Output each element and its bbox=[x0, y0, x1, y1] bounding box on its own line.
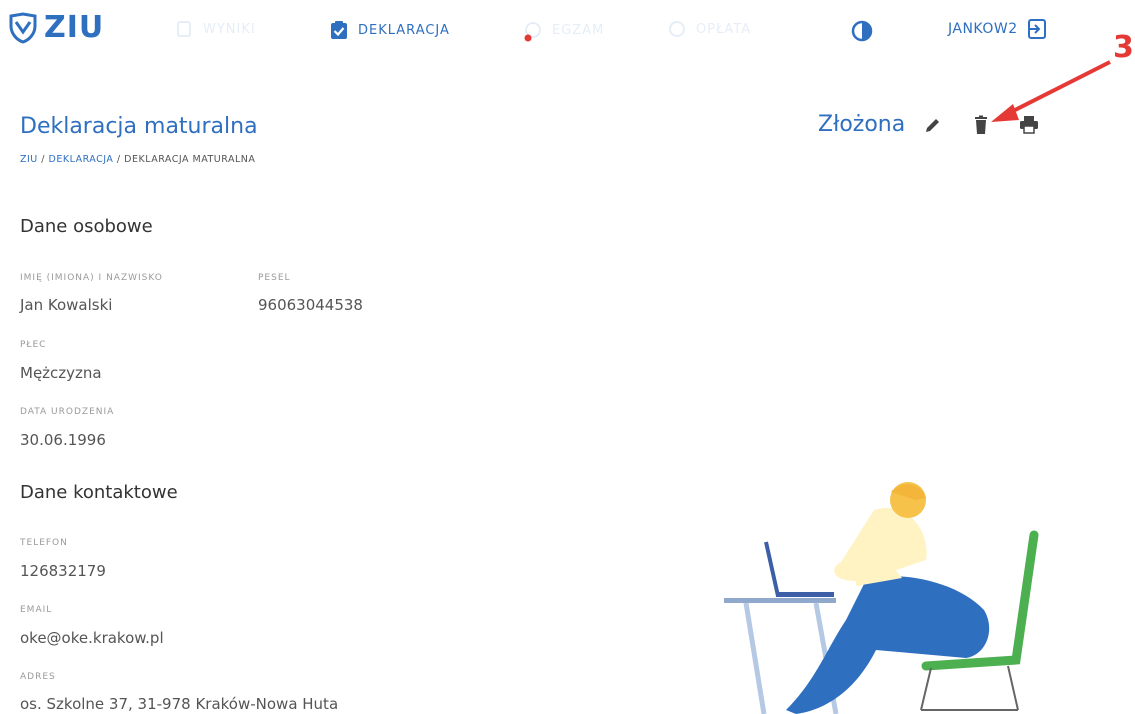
username: JANKOW2 bbox=[948, 21, 1018, 37]
birth-date-value: 30.06.1996 bbox=[20, 431, 106, 449]
name-value: Jan Kowalski bbox=[20, 296, 113, 314]
clipboard-check-icon bbox=[331, 21, 347, 39]
nav-item-deklaracja[interactable]: DEKLARACJA bbox=[330, 20, 450, 40]
top-navigation: ZIU WYNIKI DEKLARACJA EGZAM OPŁATA JANKO… bbox=[0, 0, 1135, 62]
user-logout-button[interactable]: JANKOW2 bbox=[948, 18, 1048, 40]
document-icon bbox=[177, 21, 191, 37]
section-title-contact: Dane kontaktowe bbox=[20, 482, 178, 503]
nav-item-label: DEKLARACJA bbox=[358, 22, 450, 38]
printer-icon bbox=[1020, 115, 1039, 134]
nav-item-label: EGZAM bbox=[552, 22, 605, 38]
pesel-label: PESEL bbox=[258, 273, 291, 283]
trash-icon bbox=[975, 115, 988, 134]
nav-item-label: WYNIKI bbox=[203, 21, 256, 37]
name-label: IMIĘ (IMIONA) I NAZWISKO bbox=[20, 273, 163, 283]
address-label: ADRES bbox=[20, 672, 56, 682]
status-label: Złożona bbox=[818, 112, 906, 137]
contrast-icon bbox=[851, 20, 873, 42]
logo[interactable]: ZIU bbox=[8, 10, 104, 45]
breadcrumb-item-current: DEKLARACJA MATURALNA bbox=[124, 154, 256, 165]
print-button[interactable] bbox=[1017, 113, 1041, 137]
phone-label: TELEFON bbox=[20, 538, 68, 548]
email-label: EMAIL bbox=[20, 605, 53, 615]
logout-icon bbox=[1027, 19, 1046, 39]
nav-item-label: OPŁATA bbox=[696, 21, 752, 37]
shield-check-icon bbox=[9, 11, 37, 44]
pesel-value: 96063044538 bbox=[258, 296, 363, 314]
email-value: oke@oke.krakow.pl bbox=[20, 629, 164, 647]
page-title: Deklaracja maturalna bbox=[20, 114, 258, 139]
breadcrumb-separator: / bbox=[113, 154, 125, 165]
person-at-desk-illustration bbox=[724, 482, 1039, 714]
edit-button[interactable] bbox=[921, 113, 945, 137]
gender-value: Mężczyzna bbox=[20, 364, 102, 382]
contrast-toggle[interactable] bbox=[851, 20, 873, 46]
breadcrumb-item-ziu[interactable]: ZIU bbox=[20, 154, 38, 165]
address-value: os. Szkolne 37, 31-978 Kraków-Nowa Huta bbox=[20, 695, 339, 713]
breadcrumb-separator: / bbox=[37, 154, 49, 165]
pencil-icon bbox=[926, 118, 940, 132]
declaration-actions: Złożona bbox=[818, 112, 1065, 137]
phone-value: 126832179 bbox=[20, 562, 106, 580]
birth-date-label: DATA URODZENIA bbox=[20, 407, 115, 417]
coin-icon bbox=[669, 21, 685, 37]
delete-button[interactable] bbox=[969, 113, 993, 137]
breadcrumb: ZIU / DEKLARACJA / DEKLARACJA MATURALNA bbox=[20, 154, 255, 165]
nav-item-oplata[interactable]: OPŁATA bbox=[668, 20, 751, 38]
notification-dot-icon bbox=[524, 34, 532, 42]
nav-item-egzam[interactable]: EGZAM bbox=[524, 20, 605, 42]
nav-item-wyniki[interactable]: WYNIKI bbox=[175, 20, 256, 38]
breadcrumb-item-deklaracja[interactable]: DEKLARACJA bbox=[49, 154, 114, 165]
logo-text: ZIU bbox=[44, 10, 105, 45]
section-title-personal: Dane osobowe bbox=[20, 216, 153, 237]
gender-label: PŁEC bbox=[20, 340, 47, 350]
annotation-number: 3 bbox=[1113, 30, 1134, 65]
